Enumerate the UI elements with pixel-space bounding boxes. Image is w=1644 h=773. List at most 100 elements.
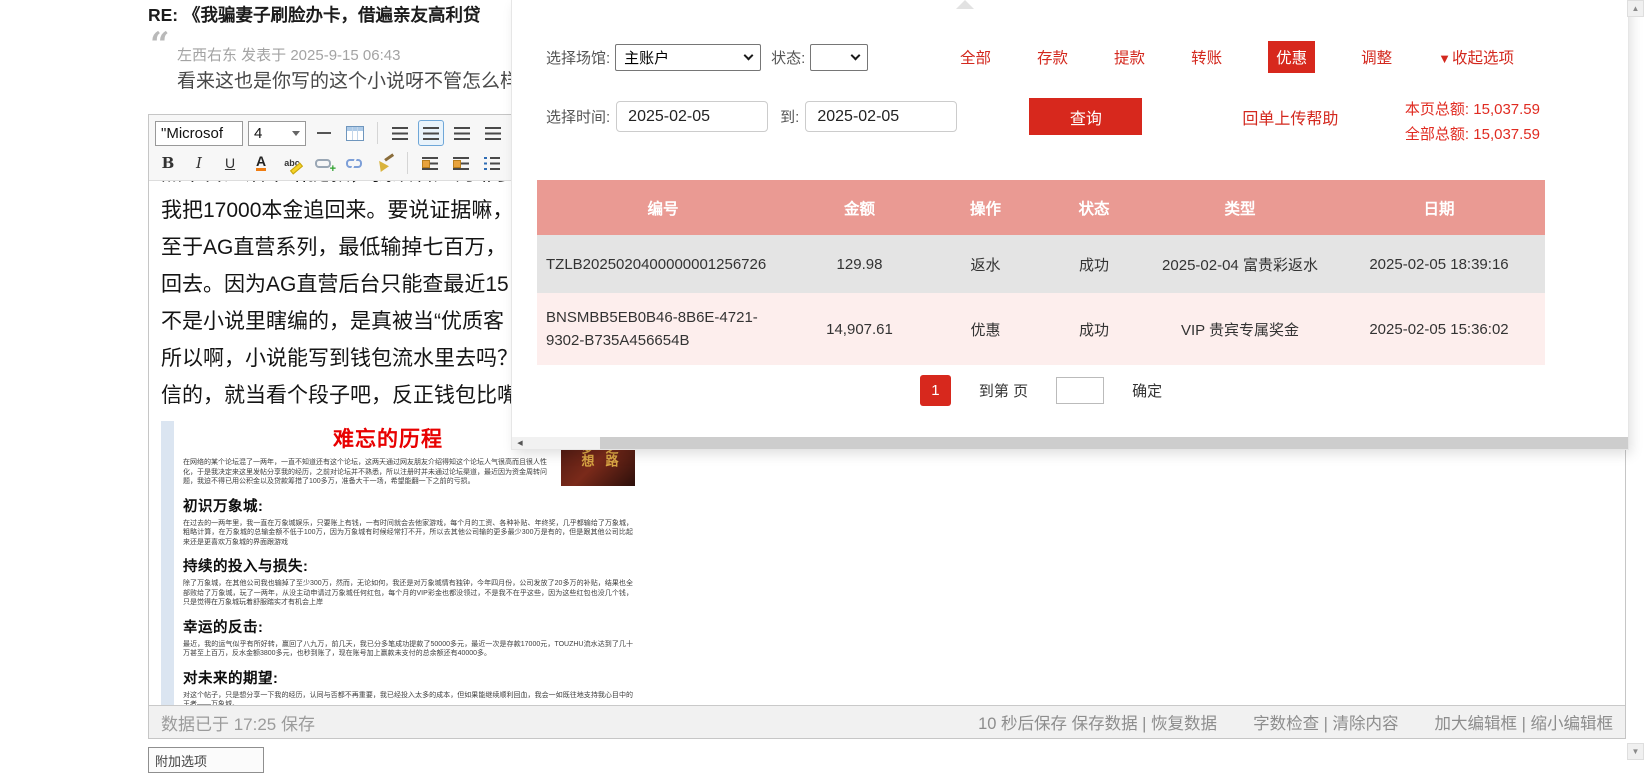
clear-format-button[interactable] — [372, 150, 398, 176]
align-right-button[interactable] — [449, 120, 475, 146]
font-family-select[interactable]: "Microsof — [155, 120, 243, 146]
article-sidebar-strip — [161, 421, 174, 705]
outdent-button[interactable] — [417, 150, 443, 176]
filter-row: 选择场馆: 主账户 状态: 全部 存款 提款 转账 优惠 调整 ▼收起选项 — [546, 41, 1514, 73]
article-heading: 幸运的反击: — [183, 619, 264, 636]
venue-value: 主账户 — [624, 49, 670, 67]
align-justify-icon — [485, 126, 501, 140]
scroll-left-arrow-icon[interactable]: ◀ — [514, 437, 526, 449]
tab-all[interactable]: 全部 — [960, 46, 991, 68]
bottom-partial-control[interactable]: 附加选项 — [148, 747, 264, 773]
cell-type: VIP 贵宾专属奖金 — [1180, 321, 1300, 339]
align-center-icon — [423, 126, 439, 140]
remove-link-button[interactable] — [341, 150, 367, 176]
status-select[interactable] — [810, 43, 869, 71]
page-total: 本页总额: 15,037.59 — [1404, 101, 1540, 118]
article-heading: 初识万象城: — [183, 498, 264, 515]
cell-date: 2025-02-05 18:39:16 — [1369, 255, 1509, 273]
underline-button[interactable]: U — [217, 150, 243, 176]
quote-icon: “ — [150, 25, 170, 65]
col-date: 日期 — [1333, 180, 1545, 235]
align-center-button[interactable] — [418, 120, 444, 146]
insert-hr-button[interactable] — [311, 120, 337, 146]
cell-type: 2025-02-04 富贵彩返水 — [1162, 256, 1318, 274]
font-size-select[interactable]: 4 — [248, 120, 306, 146]
indent-button[interactable] — [448, 150, 474, 176]
records-popup-panel: 选择场馆: 主账户 状态: 全部 存款 提款 转账 优惠 调整 ▼收起选项 选择… — [512, 0, 1628, 449]
editor-status-bar: 数据已于 17:25 保存 10 秒后保存 保存数据 | 恢复数据 字数检查 |… — [149, 705, 1625, 738]
tab-deposit[interactable]: 存款 — [1037, 46, 1068, 68]
query-button[interactable]: 查询 — [1029, 98, 1143, 135]
time-label: 选择时间: — [546, 109, 611, 126]
font-color-button[interactable]: A — [248, 150, 274, 176]
resize-editor-links[interactable]: 加大编辑框 | 缩小编辑框 — [1435, 710, 1613, 734]
page-1-button[interactable]: 1 — [919, 375, 951, 406]
align-left-icon — [392, 126, 408, 140]
bold-button[interactable]: B — [155, 150, 181, 176]
horizontal-scrollbar[interactable]: ◀ — [512, 437, 1628, 449]
insert-link-button[interactable] — [310, 150, 336, 176]
chevron-down-icon — [743, 50, 754, 60]
chevron-down-icon — [292, 130, 300, 136]
cell-status: 成功 — [1078, 256, 1109, 274]
date-to-input[interactable] — [805, 101, 958, 132]
insert-table-button[interactable] — [342, 120, 368, 146]
receipt-upload-help-link[interactable]: 回单上传帮助 — [1242, 105, 1338, 129]
col-operation: 操作 — [930, 180, 1041, 235]
quote-author-line: 左西右东 发表于 2025-9-15 06:43 — [177, 47, 401, 64]
venue-select[interactable]: 主账户 — [615, 43, 762, 71]
venue-label: 选择场馆: — [546, 49, 611, 67]
font-color-icon: A — [255, 153, 267, 171]
date-filter-row: 选择时间: 到: 查询 回单上传帮助 — [546, 98, 1338, 135]
align-right-icon — [454, 126, 470, 140]
broom-icon — [376, 154, 394, 172]
confirm-page-button[interactable]: 确定 — [1132, 380, 1162, 401]
horizontal-scrollbar-thumb[interactable] — [600, 437, 1628, 449]
tab-transfer[interactable]: 转账 — [1191, 46, 1222, 68]
cell-amount: 14,907.61 — [826, 320, 893, 338]
scroll-down-arrow-icon[interactable]: ▼ — [1627, 743, 1644, 760]
table-row: BNSMBB5EB0B46-8B6E-4721-9302-B735A456654… — [537, 293, 1545, 365]
totals-summary: 本页总额: 15,037.59 全部总额: 15,037.59 — [1405, 97, 1540, 147]
tab-promo[interactable]: 优惠 — [1268, 41, 1316, 73]
col-status: 状态 — [1041, 180, 1147, 235]
align-left-button[interactable] — [387, 120, 413, 146]
cell-operation: 返水 — [970, 256, 1001, 274]
to-label: 到: — [780, 109, 800, 126]
chevron-down-icon — [850, 50, 861, 60]
unlink-icon — [346, 158, 362, 168]
goto-page-input[interactable] — [1056, 377, 1105, 404]
table-header-row: 编号 金额 操作 状态 类型 日期 — [537, 180, 1545, 235]
spellcheck-button[interactable]: abc — [279, 150, 305, 176]
font-family-value: "Microsof — [161, 124, 223, 142]
hr-icon — [317, 132, 331, 134]
article-heading: 持续的投入与损失: — [183, 559, 309, 575]
col-id: 编号 — [537, 180, 789, 235]
all-total: 全部总额: 15,037.59 — [1404, 126, 1540, 143]
date-from-input[interactable] — [616, 101, 769, 132]
cell-id: TZLB2025020400000001256726 — [546, 255, 767, 273]
scroll-up-arrow-icon[interactable]: ▲ — [1627, 0, 1644, 17]
link-icon — [315, 158, 336, 175]
tab-withdraw[interactable]: 提款 — [1114, 46, 1145, 68]
italic-button[interactable]: I — [186, 150, 212, 176]
table-icon — [346, 125, 364, 141]
save-restore-links[interactable]: 10 秒后保存 保存数据 | 恢复数据 — [978, 710, 1217, 734]
article-paragraph: 除了万象城，在其他公司我也输掉了至少300万，然而，无论如何，我还是对万象城情有… — [183, 580, 633, 606]
cell-id: BNSMBB5EB0B46-8B6E-4721-9302-B735A456654… — [546, 309, 758, 349]
record-type-tabs: 全部 存款 提款 转账 优惠 调整 ▼收起选项 — [960, 41, 1514, 73]
wordcount-clear-links[interactable]: 字数检查 | 清除内容 — [1253, 710, 1398, 734]
pagination: 1 到第 页 确定 — [537, 375, 1545, 406]
popup-notch-icon — [956, 0, 974, 9]
col-type: 类型 — [1147, 180, 1333, 235]
cell-date: 2025-02-05 15:36:02 — [1369, 320, 1509, 338]
abc-pencil-icon: abc — [284, 158, 300, 168]
autosave-status: 数据已于 17:25 保存 — [161, 714, 315, 734]
article-paragraph: 最近，我的运气似乎有所好转，赢回了八九万，前几天，我已分多笔成功提款了50000… — [183, 640, 633, 658]
collapse-options-link[interactable]: ▼收起选项 — [1438, 46, 1514, 68]
article-heading: 对未来的期望: — [183, 670, 279, 687]
table-row: TZLB2025020400000001256726 129.98 返水 成功 … — [537, 235, 1545, 293]
tab-adjust[interactable]: 调整 — [1361, 46, 1392, 68]
font-size-value: 4 — [254, 124, 263, 142]
cell-operation: 优惠 — [970, 321, 1001, 339]
